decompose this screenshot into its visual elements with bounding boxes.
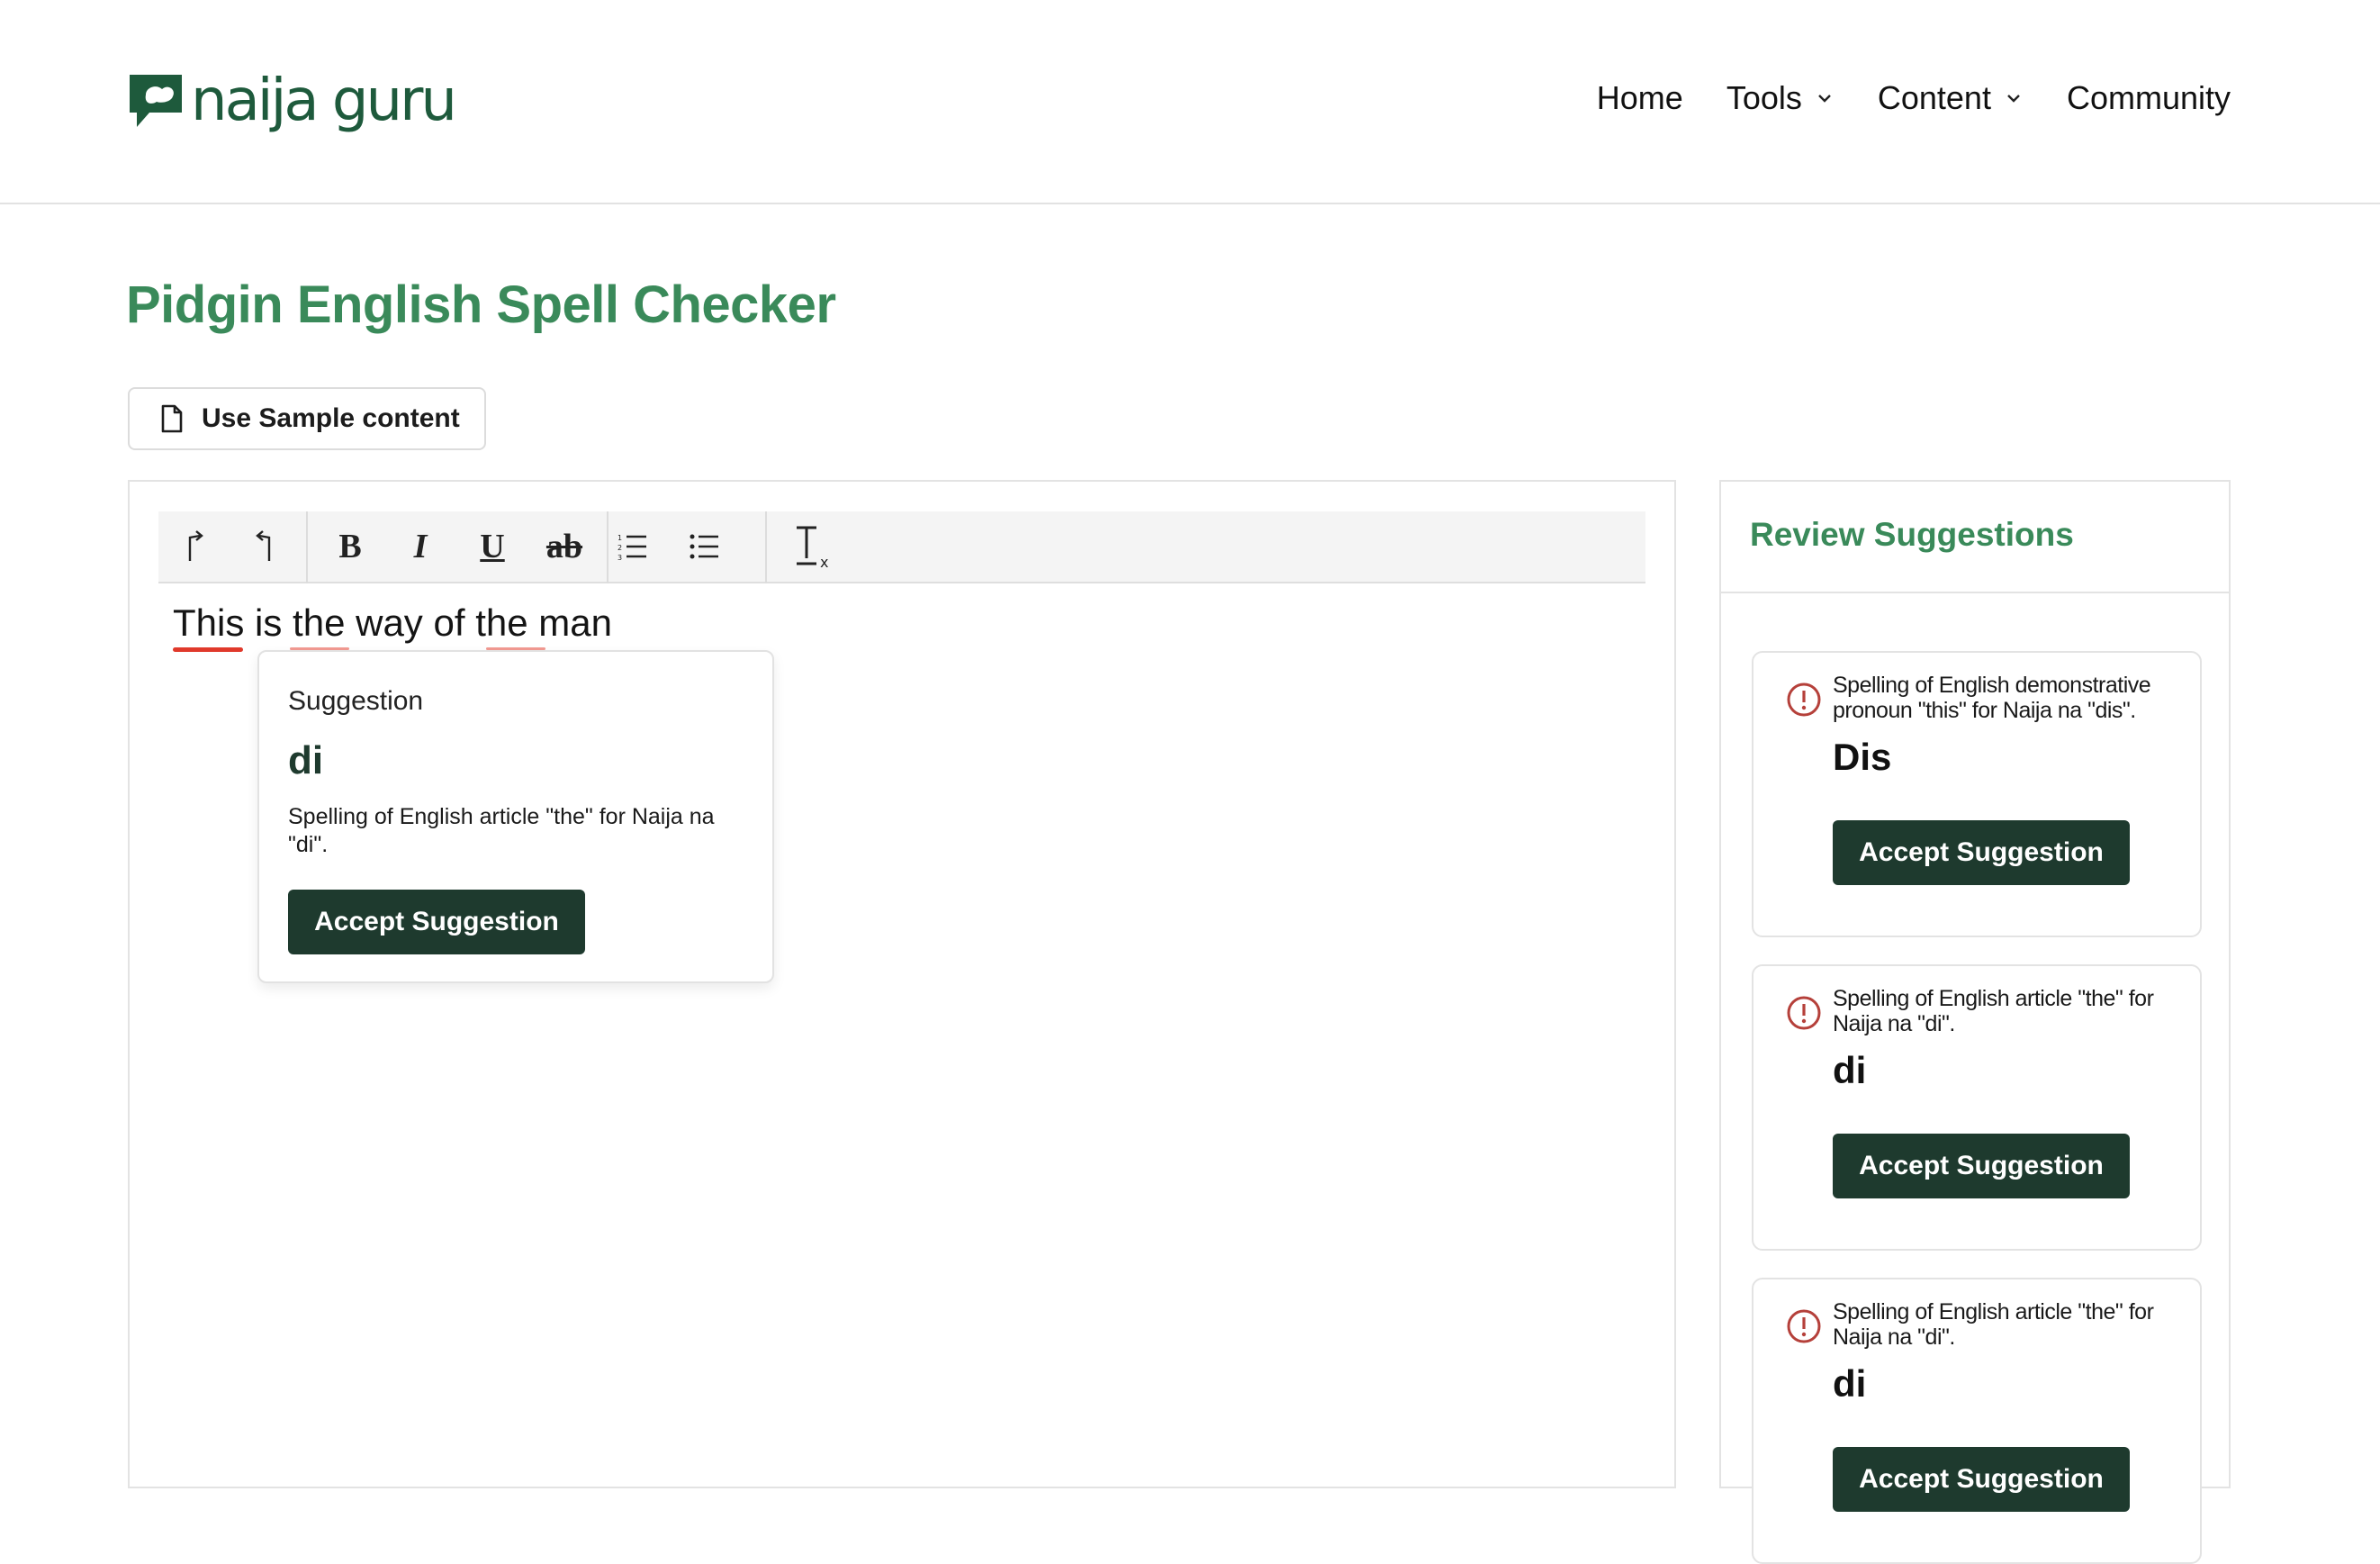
accept-suggestion-button[interactable]: Accept Suggestion xyxy=(1833,1134,2130,1198)
alert-circle-icon xyxy=(1787,1309,1821,1343)
suggestion-description: Spelling of English demonstrative pronou… xyxy=(1833,673,2151,723)
site-header: naija guru Home Tools Content Community xyxy=(0,0,2380,204)
popover-suggested-word: di xyxy=(288,738,324,782)
clear-formatting-icon[interactable]: x xyxy=(781,511,844,582)
svg-text:1: 1 xyxy=(618,534,622,542)
review-suggestions-panel: Review Suggestions Spelling of English d… xyxy=(1719,480,2231,1564)
nav-community[interactable]: Community xyxy=(2067,79,2231,117)
alert-circle-icon xyxy=(1787,996,1821,1030)
suggestion-description: Spelling of English article "the" for Na… xyxy=(1833,986,2154,1036)
word-man: man xyxy=(538,601,612,644)
undo-icon[interactable] xyxy=(232,511,295,582)
suggestion-description: Spelling of English article "the" for Na… xyxy=(1833,1299,2154,1350)
document-icon xyxy=(161,404,183,433)
redo-icon[interactable] xyxy=(164,511,227,582)
svg-text:3: 3 xyxy=(618,554,622,560)
italic-icon[interactable]: I xyxy=(389,511,452,582)
use-sample-content-button[interactable]: Use Sample content xyxy=(128,387,486,450)
svg-text:x: x xyxy=(820,554,828,569)
suggested-word: di xyxy=(1833,1362,1867,1405)
page-title: Pidgin English Spell Checker xyxy=(126,276,836,334)
suggestion-card: Spelling of English article "the" for Na… xyxy=(1752,1278,2202,1564)
suggestion-card: Spelling of English demonstrative pronou… xyxy=(1752,651,2202,937)
accept-suggestion-button[interactable]: Accept Suggestion xyxy=(1833,820,2130,885)
use-sample-content-label: Use Sample content xyxy=(202,403,460,433)
review-suggestions-title: Review Suggestions xyxy=(1750,516,2074,553)
svg-text:2: 2 xyxy=(618,544,622,552)
strikethrough-icon[interactable]: ab xyxy=(533,511,596,582)
nav-home-label: Home xyxy=(1596,79,1683,116)
underline-icon[interactable]: U xyxy=(461,511,524,582)
word-of: of xyxy=(433,601,465,644)
editor-toolbar: B I U ab 1 2 3 x xyxy=(158,511,1645,583)
nav-tools[interactable]: Tools xyxy=(1726,79,1835,117)
word-the-1[interactable]: the xyxy=(293,601,345,644)
logo-text: naija guru xyxy=(191,68,457,134)
ordered-list-icon[interactable]: 1 2 3 xyxy=(601,511,664,582)
chevron-down-icon xyxy=(1818,95,1831,103)
word-the-2[interactable]: the xyxy=(475,601,527,644)
suggested-word: di xyxy=(1833,1049,1867,1091)
nav-content[interactable]: Content xyxy=(1878,79,2024,117)
logo[interactable]: naija guru xyxy=(126,68,457,134)
suggestion-card: Spelling of English article "the" for Na… xyxy=(1752,964,2202,1251)
toolbar-divider xyxy=(306,511,308,583)
editor-content[interactable]: This is the way of the man xyxy=(173,601,612,645)
spelling-error-underline xyxy=(173,647,243,652)
bold-icon[interactable]: B xyxy=(319,511,382,582)
word-way: way xyxy=(356,601,423,644)
main-nav: Home Tools Content Community xyxy=(1597,79,2231,117)
word-is: is xyxy=(255,601,283,644)
accept-suggestion-button[interactable]: Accept Suggestion xyxy=(288,890,585,954)
alert-circle-icon xyxy=(1787,683,1821,717)
word-this[interactable]: This xyxy=(173,601,244,644)
popover-description: Spelling of English article "the" for Na… xyxy=(288,804,715,857)
chat-bubble-logo-icon xyxy=(126,71,185,131)
popover-heading: Suggestion xyxy=(288,686,424,716)
accept-suggestion-button[interactable]: Accept Suggestion xyxy=(1833,1447,2130,1512)
nav-community-label: Community xyxy=(2066,79,2231,116)
chevron-down-icon xyxy=(2007,95,2020,103)
nav-home[interactable]: Home xyxy=(1597,79,1683,117)
nav-content-label: Content xyxy=(1877,79,1991,116)
bullet-list-icon[interactable] xyxy=(673,511,736,582)
suggested-word: Dis xyxy=(1833,736,1892,778)
suggestion-popover: Suggestion di Spelling of English articl… xyxy=(257,650,774,983)
nav-tools-label: Tools xyxy=(1726,79,1802,116)
review-suggestions-header: Review Suggestions xyxy=(1721,482,2229,593)
toolbar-divider xyxy=(765,511,767,583)
